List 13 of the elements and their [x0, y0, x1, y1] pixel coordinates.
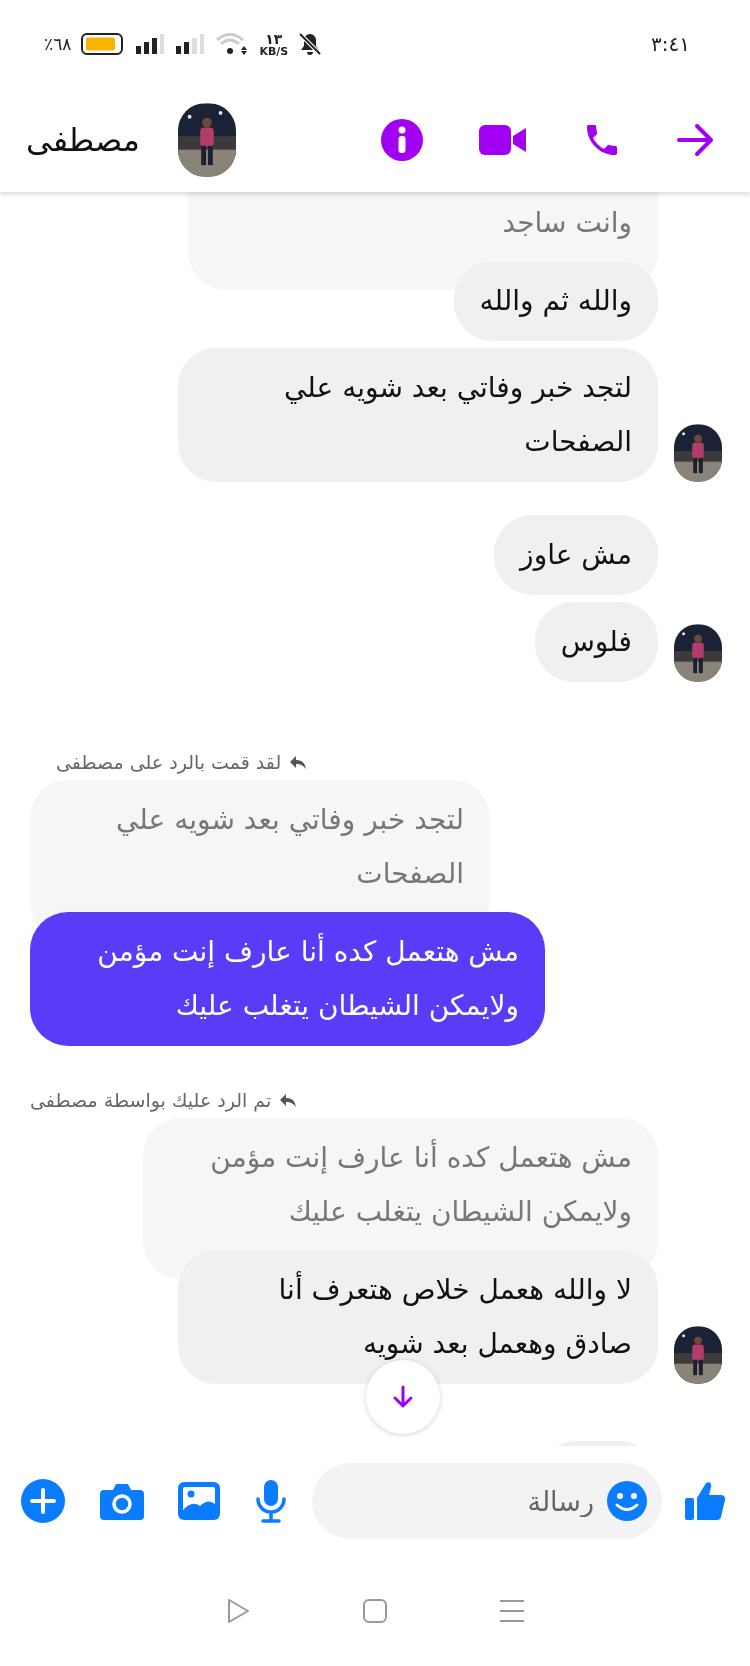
contact-name[interactable]: مصطفى [26, 121, 140, 159]
message-bubble[interactable]: مش عاوز [494, 515, 658, 595]
reply-label: لقد قمت بالرد على مصطفى [56, 751, 282, 773]
reply-label: تم الرد عليك بواسطة مصطفى [30, 1089, 272, 1111]
message-bubble[interactable]: لتجد خبر وفاتي بعد شويه علي الصفحات [178, 348, 658, 482]
message-bubble[interactable]: مش هتعمل كده أنا عارف إنت مؤمن ولايمكن الشيطان يتغلب عليك [30, 912, 545, 1046]
network-speed: ١٣ [265, 31, 283, 46]
message-field[interactable]: رسالة [312, 1463, 662, 1539]
message-bubble[interactable]: فلوس [534, 602, 658, 682]
message-bubble[interactable]: والله ثم والله [453, 261, 658, 341]
network-speed-unit: KB/S [259, 45, 289, 57]
battery-percent: ٪٦٨ [44, 34, 72, 54]
clock-time: ٣:٤١ [651, 32, 690, 56]
